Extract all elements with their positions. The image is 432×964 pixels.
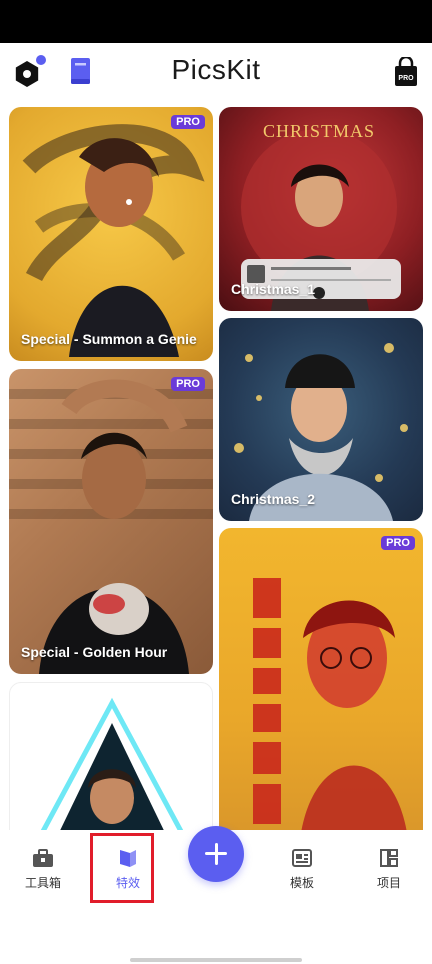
- card-label: Christmas_1: [231, 281, 316, 297]
- card-label: Special - Summon a Genie: [21, 331, 197, 347]
- effects-grid: PRO Special - Summon a Genie PRO Special…: [0, 101, 432, 830]
- card-image: [22, 124, 205, 357]
- card-image: [40, 697, 184, 830]
- svg-text:CHRISTMAS: CHRISTMAS: [263, 121, 375, 141]
- tab-toolbox[interactable]: 工具箱: [8, 848, 78, 891]
- status-bar: [0, 0, 432, 43]
- tab-projects[interactable]: 项目: [354, 848, 424, 891]
- tab-label: 项目: [376, 876, 401, 890]
- pro-badge: PRO: [171, 115, 205, 129]
- home-indicator: [130, 958, 302, 962]
- app-title: PicsKit: [171, 54, 261, 85]
- pro-badge: PRO: [171, 377, 205, 391]
- effect-card-christmas-2[interactable]: Christmas_2: [219, 318, 423, 521]
- selection-highlight: [90, 833, 154, 903]
- template-icon: [292, 849, 312, 867]
- effect-card-neon-triangle[interactable]: [9, 682, 213, 830]
- card-label: Christmas_2: [231, 491, 316, 507]
- effect-card-artist[interactable]: PRO: [219, 528, 423, 830]
- pro-badge: PRO: [381, 536, 415, 550]
- tab-label: 工具箱: [24, 876, 61, 890]
- card-label: Special - Golden Hour: [21, 644, 168, 660]
- tab-templates[interactable]: 模板: [267, 848, 337, 891]
- effect-card-golden-hour[interactable]: PRO Special - Golden Hour: [9, 369, 213, 674]
- svg-text:PRO: PRO: [398, 75, 414, 82]
- toolbox-icon: [33, 849, 53, 867]
- tab-label: 模板: [289, 876, 314, 890]
- card-image: [253, 578, 407, 830]
- bottom-tab-bar: 工具箱 特效 模板 项目: [0, 826, 432, 964]
- effect-card-christmas-1[interactable]: CHRISTMAS Christmas_1: [219, 107, 423, 311]
- card-image: [9, 379, 213, 674]
- projects-icon: [380, 849, 398, 867]
- effect-card-summon-genie[interactable]: PRO Special - Summon a Genie: [9, 107, 213, 361]
- app-header: PicsKit PRO: [0, 43, 432, 101]
- create-button[interactable]: [188, 826, 244, 882]
- pro-shop-icon[interactable]: PRO: [393, 57, 419, 87]
